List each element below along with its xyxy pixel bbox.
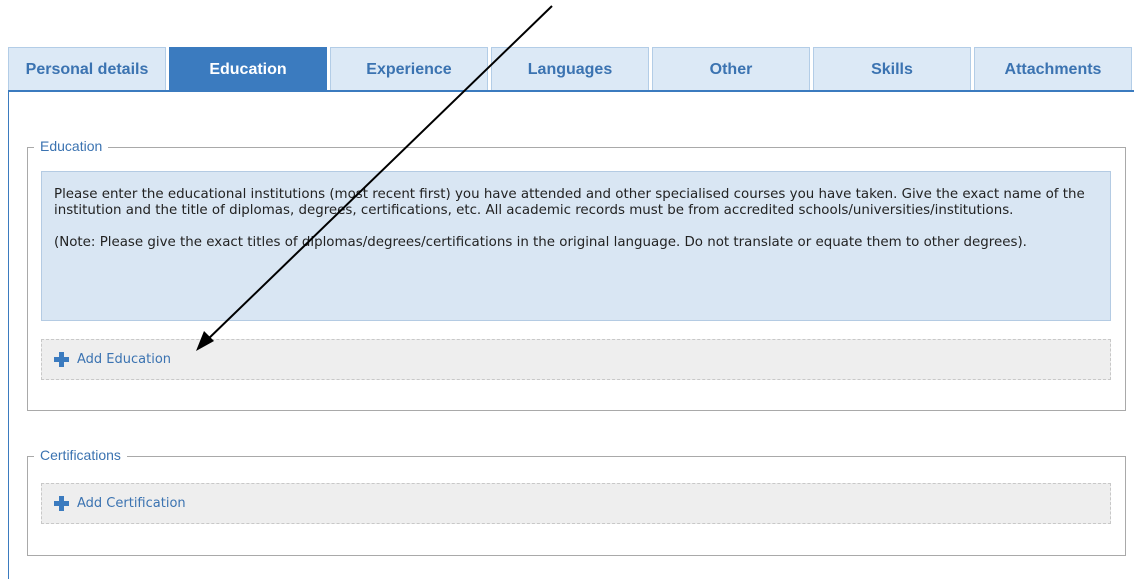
add-education-button[interactable]: Add Education — [41, 339, 1111, 380]
education-note-text: (Note: Please give the exact titles of d… — [54, 235, 1027, 250]
certifications-legend: Certifications — [34, 447, 127, 463]
education-info-box: Please enter the educational institution… — [41, 171, 1111, 321]
tab-education[interactable]: Education — [169, 47, 327, 91]
plus-icon — [54, 352, 69, 367]
education-info-text: Please enter the educational institution… — [54, 187, 1085, 218]
add-education-label: Add Education — [77, 352, 172, 367]
tab-attachments[interactable]: Attachments — [974, 47, 1132, 91]
tab-other[interactable]: Other — [652, 47, 810, 91]
tab-experience[interactable]: Experience — [330, 47, 488, 91]
education-legend: Education — [34, 138, 109, 154]
plus-icon — [54, 496, 69, 511]
tab-bar: Personal details Education Experience La… — [8, 47, 1134, 91]
add-certification-button[interactable]: Add Certification — [41, 483, 1111, 524]
tab-languages[interactable]: Languages — [491, 47, 649, 91]
tab-skills[interactable]: Skills — [813, 47, 971, 91]
add-certification-label: Add Certification — [77, 496, 186, 511]
tab-personal-details[interactable]: Personal details — [8, 47, 166, 91]
